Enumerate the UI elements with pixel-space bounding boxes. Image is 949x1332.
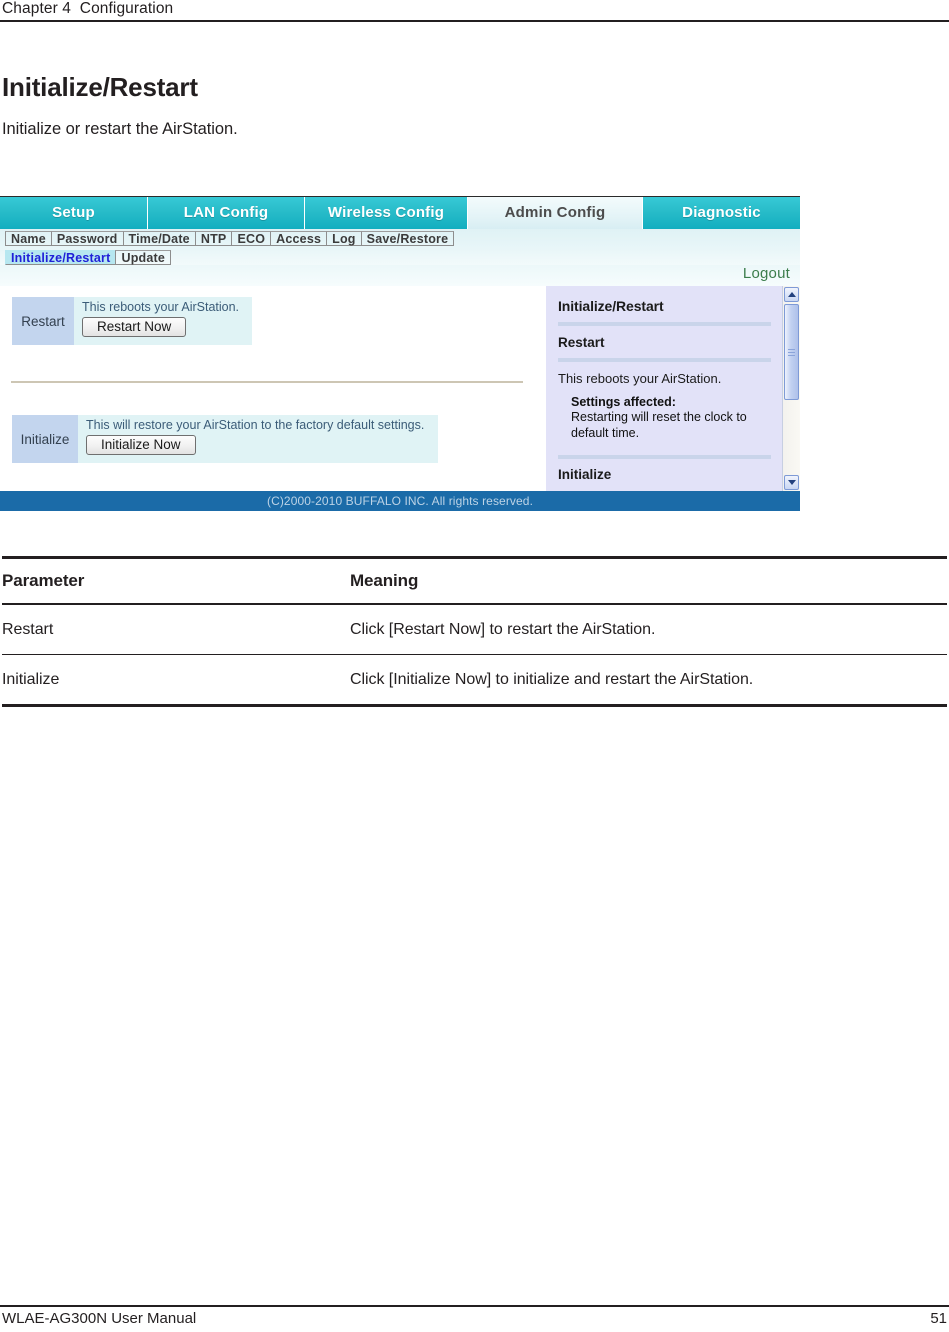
tab-wireless-config[interactable]: Wireless Config bbox=[305, 197, 468, 229]
footer-rule bbox=[0, 1305, 949, 1307]
help-initialize-title: Initialize bbox=[558, 467, 612, 482]
form-divider bbox=[11, 381, 523, 383]
router-ui-screenshot: Setup LAN Config Wireless Config Admin C… bbox=[0, 196, 800, 511]
table-cell-parameter-restart: Restart bbox=[2, 620, 54, 638]
initialize-setting-row: Initialize This will restore your AirSta… bbox=[11, 414, 439, 464]
restart-row-body: This reboots your AirStation. Restart No… bbox=[74, 297, 252, 345]
subnav-item-access[interactable]: Access bbox=[270, 231, 328, 246]
table-cell-meaning-restart: Click [Restart Now] to restart the AirSt… bbox=[350, 620, 656, 638]
main-tab-strip: Setup LAN Config Wireless Config Admin C… bbox=[0, 197, 800, 229]
sub-nav-row-1: Name Password Time/Date NTP ECO Access Log Save… bbox=[5, 231, 800, 248]
settings-form-pane: Restart This reboots your AirStation. Re… bbox=[0, 286, 546, 491]
chevron-down-icon bbox=[787, 480, 796, 485]
help-restart-text: This reboots your AirStation. bbox=[558, 371, 722, 386]
help-settings-affected-block: Settings affected: Restarting will reset… bbox=[571, 395, 771, 440]
footer-page-number: 51 bbox=[930, 1310, 947, 1327]
subnav-item-ntp[interactable]: NTP bbox=[194, 231, 233, 246]
table-cell-meaning-initialize: Click [Initialize Now] to initialize and… bbox=[350, 670, 754, 688]
restart-description: This reboots your AirStation. bbox=[82, 300, 240, 314]
chevron-up-icon bbox=[787, 292, 796, 297]
subnav-item-initialize-restart[interactable]: Initialize/Restart bbox=[5, 250, 117, 265]
subnav-item-eco[interactable]: ECO bbox=[231, 231, 272, 246]
restart-row-label: Restart bbox=[12, 297, 74, 345]
table-rule-bottom bbox=[2, 704, 947, 707]
table-row: Initialize Click [Initialize Now] to ini… bbox=[2, 655, 947, 704]
sub-nav-bar: Name Password Time/Date NTP ECO Access Log Save… bbox=[0, 229, 800, 265]
scroll-down-arrow-icon[interactable] bbox=[784, 475, 799, 490]
page-intro-text: Initialize or restart the AirStation. bbox=[2, 120, 238, 138]
grip-icon bbox=[788, 348, 795, 356]
tab-admin-config[interactable]: Admin Config bbox=[468, 197, 643, 229]
restart-setting-row: Restart This reboots your AirStation. Re… bbox=[11, 296, 253, 346]
help-settings-affected-label: Settings affected: bbox=[571, 395, 676, 409]
subnav-item-name[interactable]: Name bbox=[5, 231, 52, 246]
table-cell-parameter-initialize: Initialize bbox=[2, 670, 60, 688]
help-panel-scrollbar[interactable] bbox=[782, 286, 800, 491]
scrollbar-thumb[interactable] bbox=[784, 304, 799, 400]
header-rule bbox=[0, 20, 949, 22]
initialize-row-body: This will restore your AirStation to the… bbox=[78, 415, 438, 463]
initialize-now-button[interactable]: Initialize Now bbox=[86, 435, 196, 455]
tab-diagnostic[interactable]: Diagnostic bbox=[643, 197, 800, 229]
copyright-footer: (C)2000-2010 BUFFALO INC. All rights res… bbox=[0, 491, 800, 511]
logout-link[interactable]: Logout bbox=[743, 265, 790, 282]
logout-bar: Logout bbox=[0, 265, 800, 286]
subnav-item-time-date[interactable]: Time/Date bbox=[122, 231, 196, 246]
help-heading: Initialize/Restart bbox=[558, 298, 664, 314]
table-header-row: Parameter Meaning bbox=[2, 559, 947, 603]
initialize-row-label: Initialize bbox=[12, 415, 78, 463]
chapter-label: Chapter 4 Configuration bbox=[2, 0, 174, 17]
table-row: Restart Click [Restart Now] to restart t… bbox=[2, 605, 947, 654]
parameter-table: Parameter Meaning Restart Click [Restart… bbox=[2, 556, 947, 707]
subnav-item-save-restore[interactable]: Save/Restore bbox=[360, 231, 455, 246]
page-title: Initialize/Restart bbox=[2, 72, 198, 102]
help-divider-1 bbox=[558, 322, 771, 326]
tab-lan-config[interactable]: LAN Config bbox=[148, 197, 305, 229]
subnav-item-log[interactable]: Log bbox=[326, 231, 362, 246]
tab-setup[interactable]: Setup bbox=[0, 197, 148, 229]
subnav-item-password[interactable]: Password bbox=[50, 231, 124, 246]
initialize-description: This will restore your AirStation to the… bbox=[86, 418, 425, 432]
help-divider-2 bbox=[558, 358, 771, 362]
help-settings-affected-line1: Restarting will reset the clock to bbox=[571, 410, 747, 424]
help-panel: Initialize/Restart Restart This reboots … bbox=[546, 286, 800, 491]
subnav-item-update[interactable]: Update bbox=[115, 250, 172, 265]
help-divider-3 bbox=[558, 455, 771, 459]
page-running-head: Chapter 4 Configuration bbox=[0, 0, 949, 22]
ui-body: Restart This reboots your AirStation. Re… bbox=[0, 286, 800, 491]
footer-manual-name: WLAE-AG300N User Manual bbox=[2, 1310, 197, 1327]
restart-now-button[interactable]: Restart Now bbox=[82, 317, 187, 337]
help-restart-title: Restart bbox=[558, 335, 605, 350]
table-header-meaning: Meaning bbox=[350, 571, 419, 590]
table-header-parameter: Parameter bbox=[2, 571, 85, 590]
help-panel-content: Initialize/Restart Restart This reboots … bbox=[546, 286, 783, 491]
help-settings-affected-line2: default time. bbox=[571, 425, 640, 440]
scroll-up-arrow-icon[interactable] bbox=[784, 287, 799, 302]
